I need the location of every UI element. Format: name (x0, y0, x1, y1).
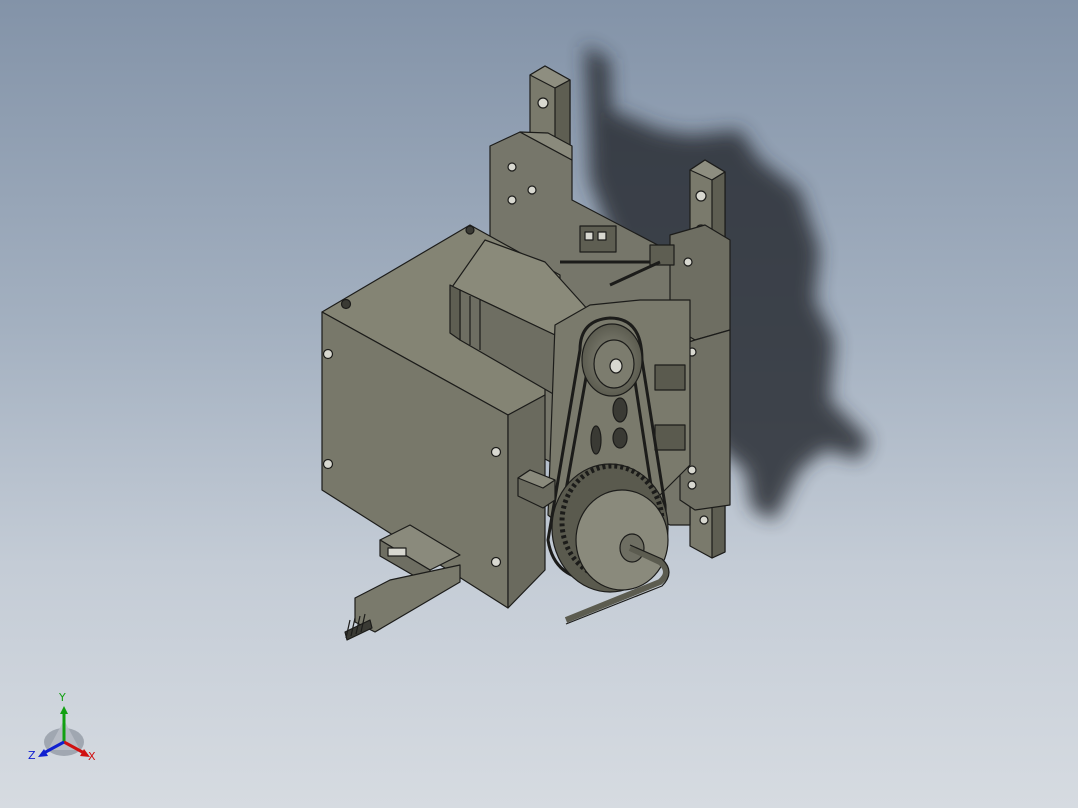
triad-icon (38, 706, 90, 757)
view-orientation-triad[interactable]: Y X Z (24, 692, 110, 772)
cad-model-view[interactable] (0, 0, 1078, 808)
motor-pulley (581, 323, 643, 397)
triad-z-label: Z (28, 749, 36, 762)
driven-pulley (551, 463, 669, 593)
triad-y-label: Y (59, 691, 66, 704)
triad-x-label: X (88, 750, 96, 763)
graphics-viewport[interactable]: Y X Z (0, 0, 1078, 808)
